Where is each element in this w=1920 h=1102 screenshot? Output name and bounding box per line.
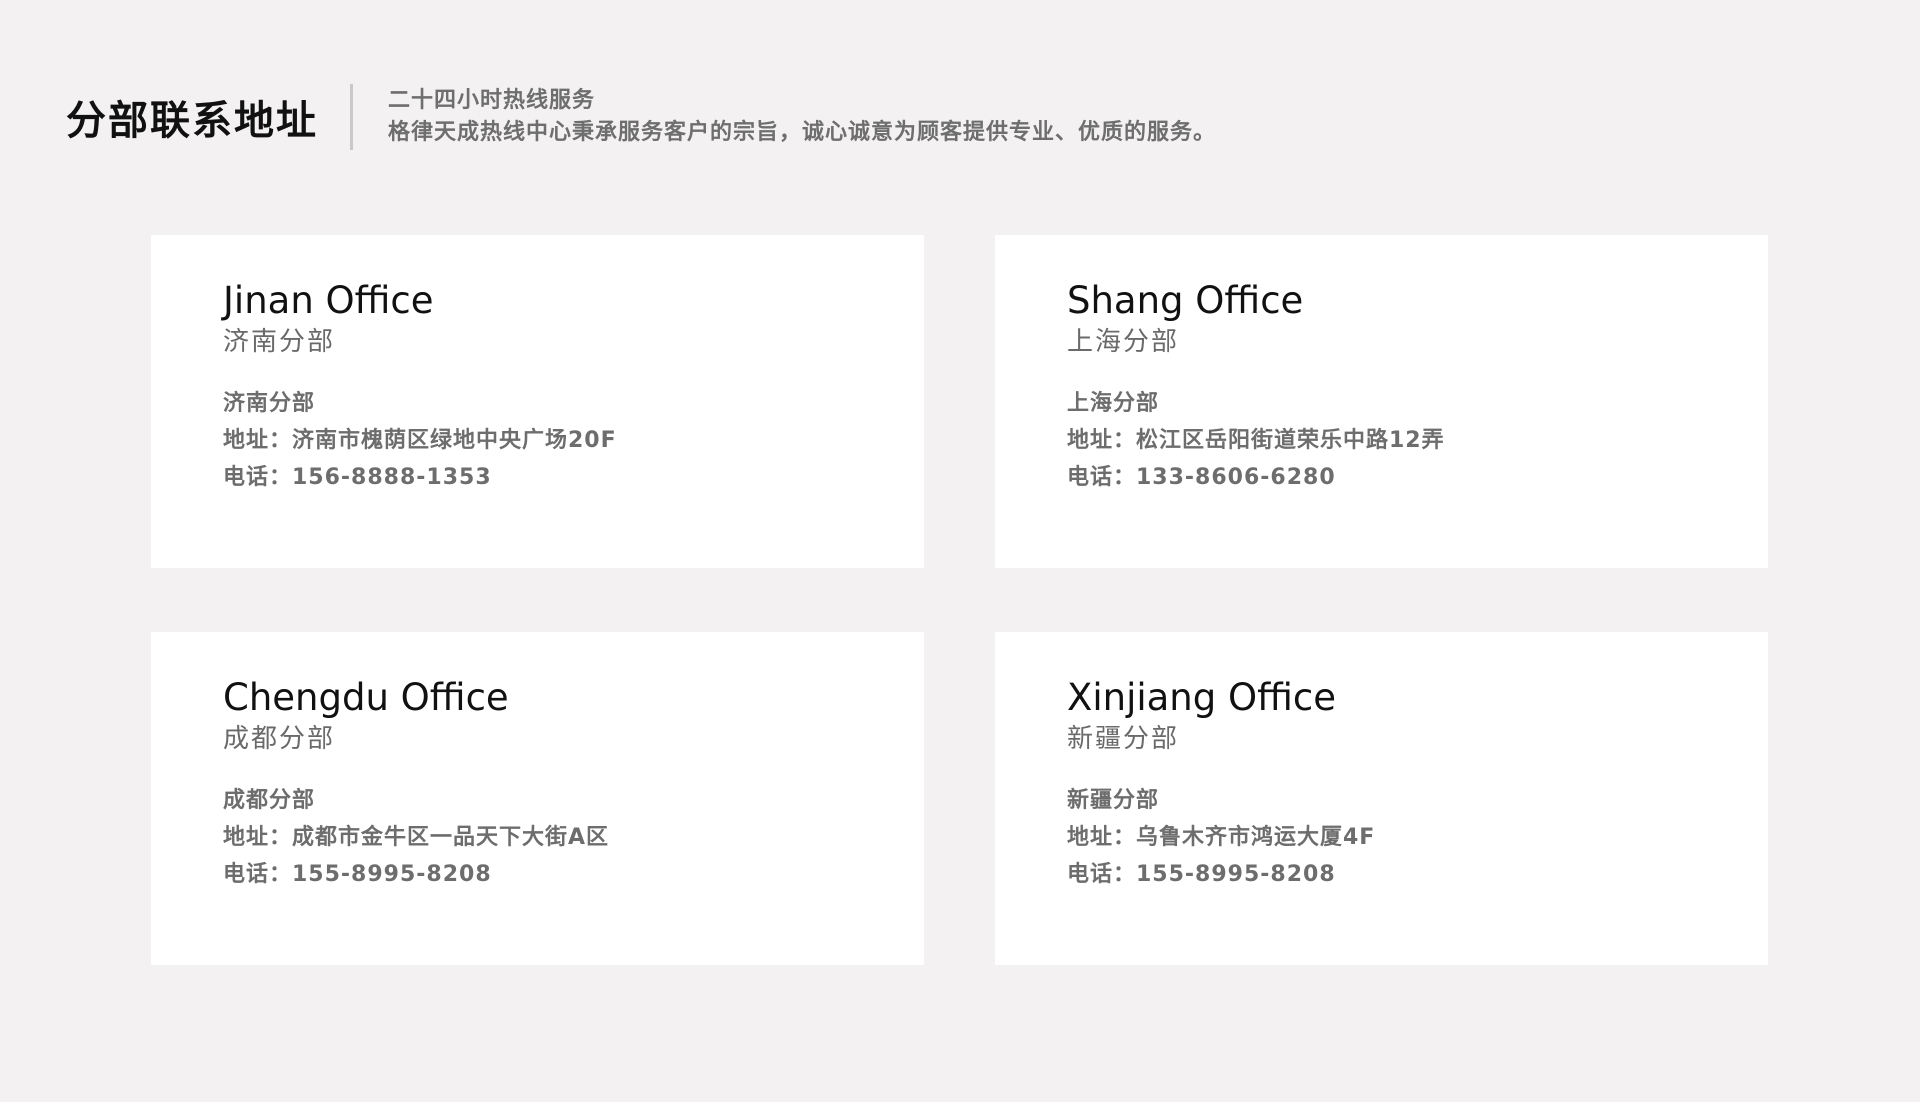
office-phone: 电话：133-8606-6280 [1067, 465, 1336, 490]
office-name: 新疆分部 [1067, 788, 1160, 813]
header-divider [350, 84, 353, 150]
office-name: 成都分部 [223, 788, 316, 813]
office-address: 地址：松江区岳阳街道荣乐中路12弄 [1067, 428, 1445, 453]
office-card-chengdu: Chengdu Office 成都分部 成都分部 地址：成都市金牛区一品天下大街… [151, 632, 924, 965]
office-info: 济南分部 地址：济南市槐荫区绿地中央广场20F 电话：156-8888-1353 [223, 385, 924, 496]
office-title: Chengdu Office [223, 676, 509, 719]
office-phone: 电话：155-8995-8208 [1067, 862, 1336, 887]
office-title: Shang Office [1067, 279, 1304, 322]
office-grid: Jinan Office 济南分部 济南分部 地址：济南市槐荫区绿地中央广场20… [151, 235, 1768, 965]
office-subtitle: 上海分部 [1067, 327, 1180, 357]
hotline-description: 格律天成热线中心秉承服务客户的宗旨，诚心诚意为顾客提供专业、优质的服务。 [388, 120, 1217, 145]
office-info: 成都分部 地址：成都市金牛区一品天下大街A区 电话：155-8995-8208 [223, 782, 924, 893]
office-name: 济南分部 [223, 391, 316, 416]
office-info: 上海分部 地址：松江区岳阳街道荣乐中路12弄 电话：133-8606-6280 [1067, 385, 1768, 496]
office-info: 新疆分部 地址：乌鲁木齐市鸿运大厦4F 电话：155-8995-8208 [1067, 782, 1768, 893]
office-phone: 电话：155-8995-8208 [223, 862, 492, 887]
office-address: 地址：济南市槐荫区绿地中央广场20F [223, 428, 617, 453]
office-subtitle: 新疆分部 [1067, 724, 1180, 754]
office-card-shanghai: Shang Office 上海分部 上海分部 地址：松江区岳阳街道荣乐中路12弄… [995, 235, 1768, 568]
office-card-xinjiang: Xinjiang Office 新疆分部 新疆分部 地址：乌鲁木齐市鸿运大厦4F… [995, 632, 1768, 965]
office-subtitle: 济南分部 [223, 327, 336, 357]
page-header: 分部联系地址 二十四小时热线服务 格律天成热线中心秉承服务客户的宗旨，诚心诚意为… [66, 84, 1216, 150]
office-title: Xinjiang Office [1067, 676, 1337, 719]
hotline-heading: 二十四小时热线服务 [388, 88, 596, 113]
office-card-jinan: Jinan Office 济南分部 济南分部 地址：济南市槐荫区绿地中央广场20… [151, 235, 924, 568]
office-address: 地址：乌鲁木齐市鸿运大厦4F [1067, 825, 1376, 850]
office-address: 地址：成都市金牛区一品天下大街A区 [223, 825, 610, 850]
office-name: 上海分部 [1067, 391, 1160, 416]
header-description: 二十四小时热线服务 格律天成热线中心秉承服务客户的宗旨，诚心诚意为顾客提供专业、… [388, 87, 1216, 147]
page-title: 分部联系地址 [66, 98, 318, 144]
office-subtitle: 成都分部 [223, 724, 336, 754]
office-phone: 电话：156-8888-1353 [223, 465, 492, 490]
office-title: Jinan Office [223, 279, 434, 322]
